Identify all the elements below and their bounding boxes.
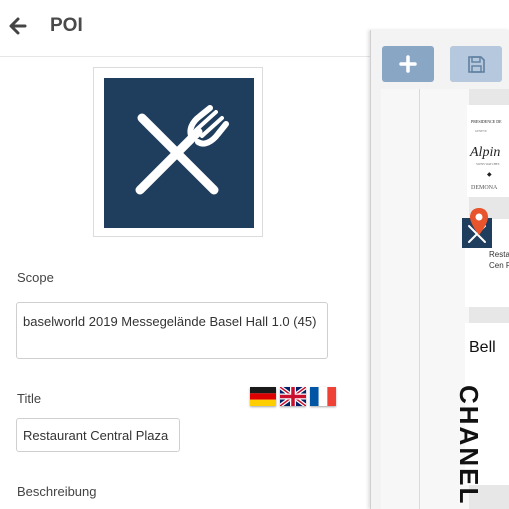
booth-logo-text: ◆ xyxy=(487,172,492,178)
add-button[interactable] xyxy=(382,46,434,82)
save-button[interactable] xyxy=(450,46,502,82)
booth-logo-text: SWISS WATCHES xyxy=(476,162,500,166)
booth-logo-text: GENEVE xyxy=(475,129,487,133)
arrow-left-icon xyxy=(9,17,27,35)
page-title: POI xyxy=(50,15,83,36)
title-input[interactable] xyxy=(16,418,180,452)
floor-map[interactable]: PRESIDENCE DE GENEVE Alpin SWISS WATCHES… xyxy=(381,89,509,509)
fork-knife-icon xyxy=(135,105,229,195)
scope-field[interactable]: baselworld 2019 Messegelände Basel Hall … xyxy=(16,302,328,359)
booth-logo-text: DEMONA xyxy=(471,185,498,191)
plus-icon xyxy=(399,55,417,73)
map-corridor-line xyxy=(419,89,420,509)
description-label: Beschreibung xyxy=(17,484,97,499)
flag-uk-icon[interactable] xyxy=(280,387,306,406)
poi-image-frame[interactable] xyxy=(93,67,263,237)
page-header: POI xyxy=(0,0,370,57)
booth-logo-text: PRESIDENCE DE xyxy=(471,119,502,124)
booth-label: Resta Cen Pla xyxy=(489,250,509,270)
flag-germany-icon[interactable] xyxy=(250,387,276,406)
back-button[interactable] xyxy=(8,14,28,38)
map-panel: PRESIDENCE DE GENEVE Alpin SWISS WATCHES… xyxy=(370,30,509,509)
scope-label: Scope xyxy=(17,270,54,285)
booth-logo-text: Alpin xyxy=(470,145,501,160)
poi-image xyxy=(104,78,254,228)
map-pin-icon[interactable] xyxy=(468,207,490,237)
title-label: Title xyxy=(17,391,42,406)
booth-logo-text: CHANEL xyxy=(454,385,484,506)
floppy-disk-icon xyxy=(468,56,485,73)
flag-france-icon[interactable] xyxy=(310,387,336,406)
booth-logo-text: Bell xyxy=(469,339,496,356)
